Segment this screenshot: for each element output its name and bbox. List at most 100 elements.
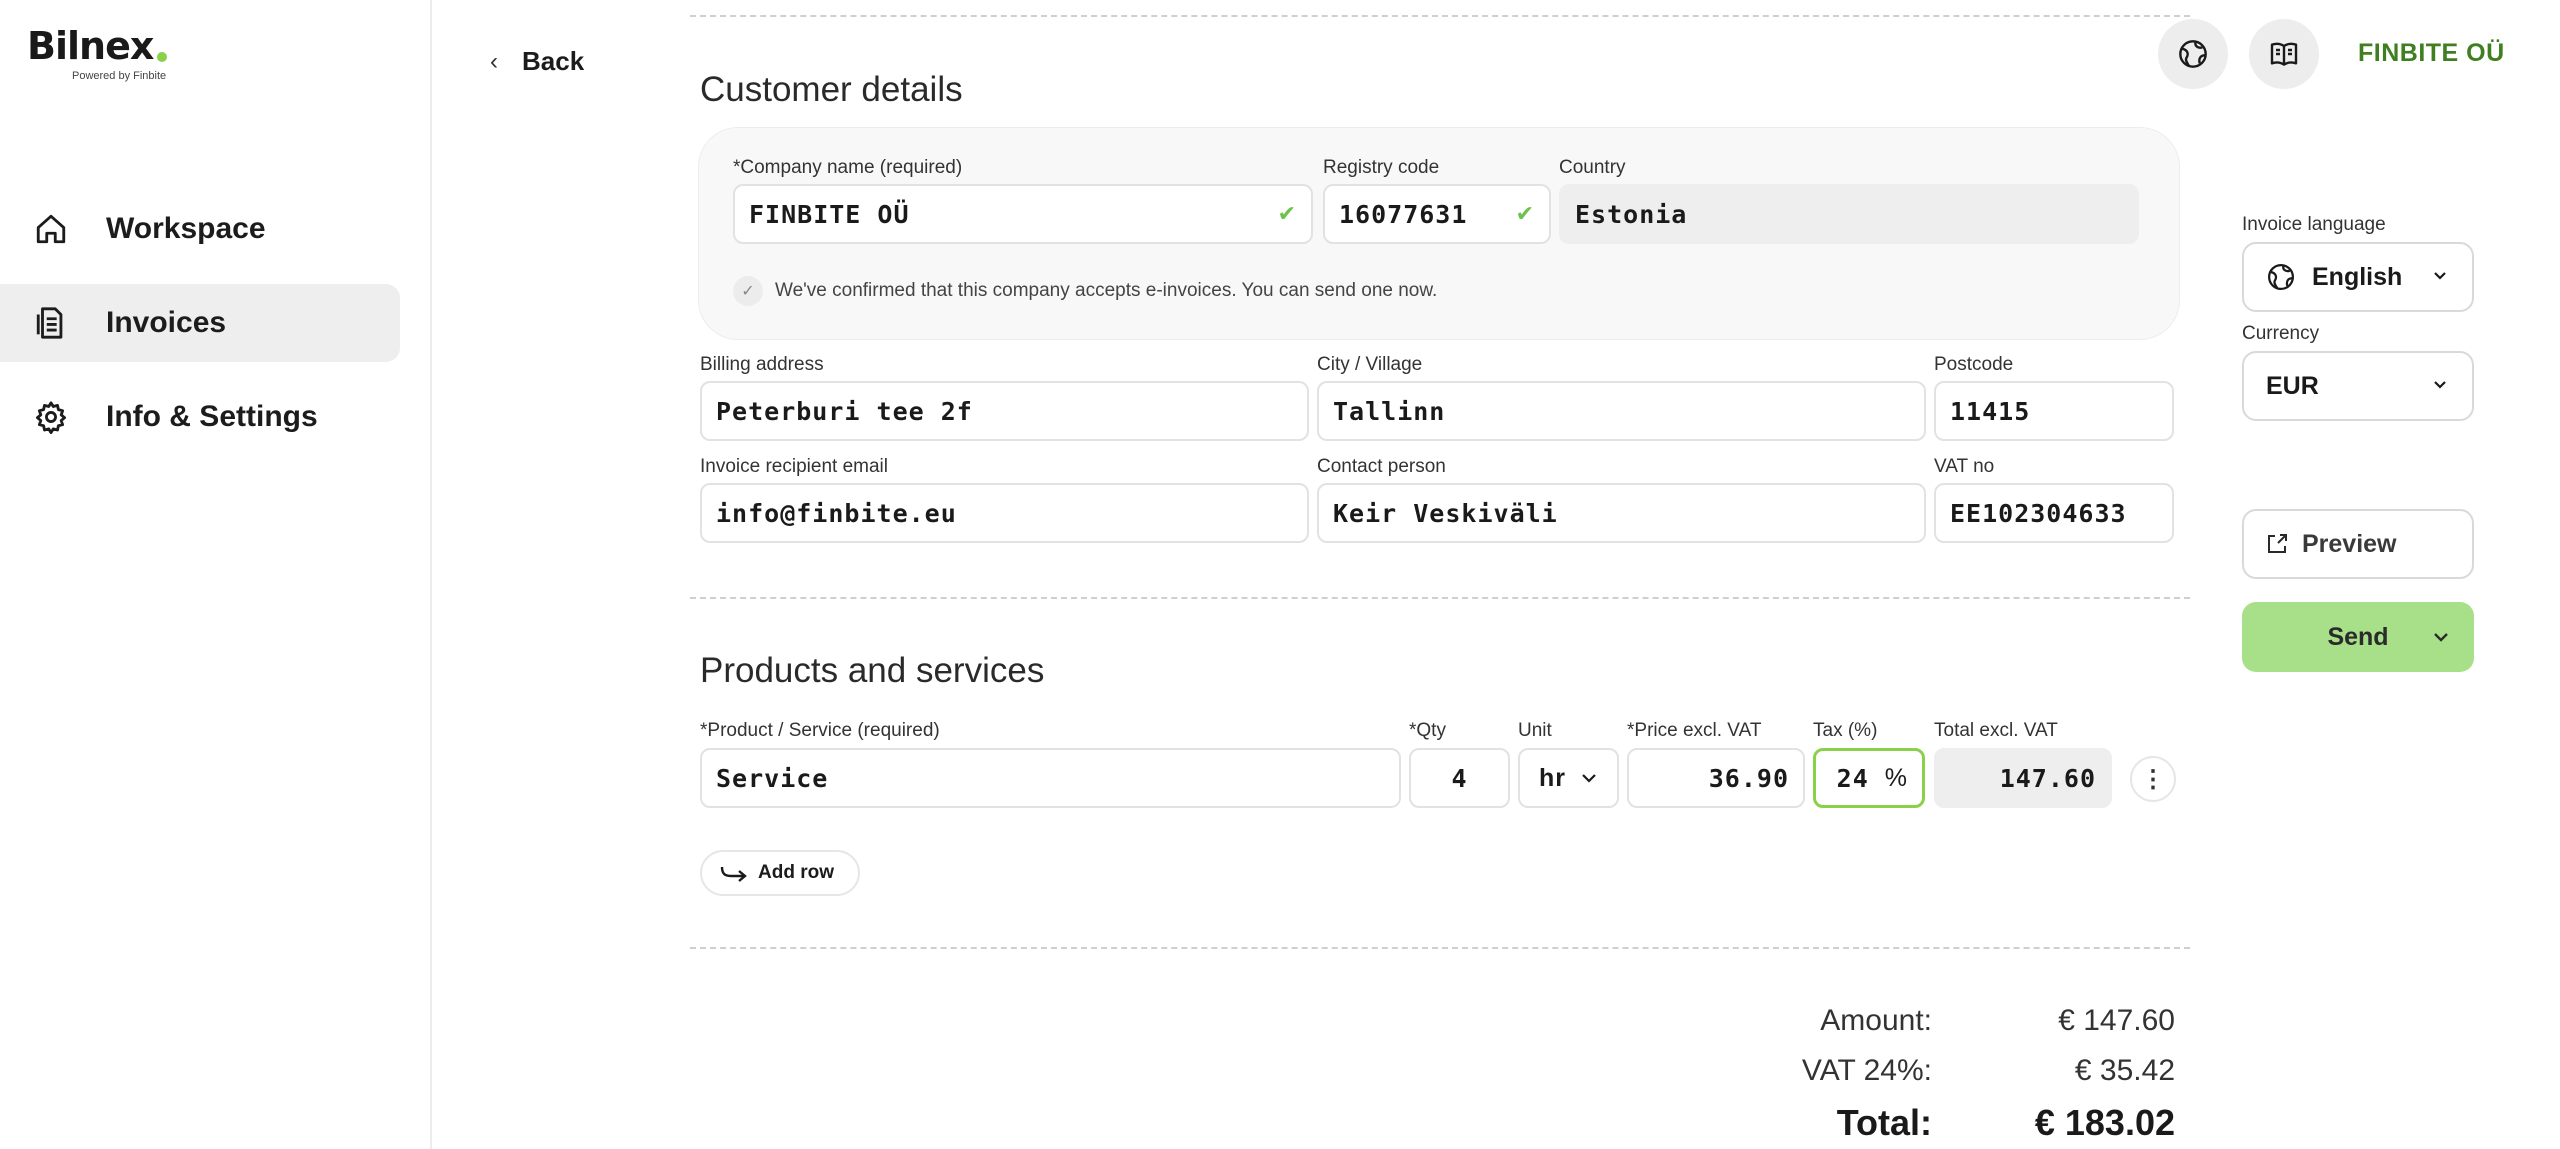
- back-button[interactable]: ‹ Back: [490, 46, 584, 77]
- contact-label: Contact person: [1317, 456, 1446, 477]
- country-value: Estonia: [1575, 199, 1688, 229]
- sidebar-item-label: Workspace: [106, 212, 266, 245]
- row-menu-button[interactable]: ⋮: [2130, 756, 2176, 802]
- back-label: Back: [522, 46, 585, 76]
- email-input[interactable]: info@finbite.eu: [700, 483, 1309, 543]
- globe-icon: [2268, 264, 2294, 290]
- logo-text: Bilnex: [27, 24, 154, 68]
- chevron-down-icon: [1582, 774, 1596, 783]
- chevron-down-icon[interactable]: [2430, 626, 2452, 648]
- arrow-return-icon: [720, 866, 747, 882]
- sidebar-nav: Workspace Invoices Info & Settings: [0, 190, 432, 472]
- sidebar: Bilnex Powered by Finbite Workspace Invo…: [0, 0, 432, 1149]
- unit-value: hr: [1539, 763, 1566, 792]
- postcode-label: Postcode: [1934, 354, 2014, 375]
- postcode-input[interactable]: 11415: [1934, 381, 2174, 441]
- percent-suffix: %: [1884, 763, 1908, 792]
- einvoice-confirmation: ✓ We've confirmed that this company acce…: [733, 276, 1437, 306]
- price-label: *Price excl. VAT: [1627, 720, 1762, 741]
- city-value: Tallinn: [1333, 396, 1446, 426]
- registry-code-input[interactable]: 16077631 ✔: [1323, 184, 1551, 244]
- company-switcher[interactable]: FINBITE OÜ: [2358, 39, 2505, 68]
- tax-value: 24: [1836, 763, 1869, 793]
- total-excl-vat-field: 147.60: [1934, 748, 2112, 808]
- chevron-left-icon: ‹: [490, 47, 498, 75]
- qty-input[interactable]: 4: [1409, 748, 1510, 808]
- globe-icon: [2179, 40, 2207, 68]
- qty-value: 4: [1451, 763, 1468, 793]
- send-label: Send: [2327, 622, 2389, 651]
- divider: [690, 597, 2190, 599]
- vat-no-label: VAT no: [1934, 456, 1995, 477]
- sidebar-item-invoices[interactable]: Invoices: [0, 284, 400, 362]
- chevron-down-icon: [2434, 381, 2446, 389]
- contact-input[interactable]: Keir Veskiväli: [1317, 483, 1926, 543]
- language-button[interactable]: [2158, 19, 2228, 89]
- price-input[interactable]: 36.90: [1627, 748, 1805, 808]
- billing-address-input[interactable]: Peterburi tee 2f: [700, 381, 1309, 441]
- unit-select[interactable]: hr: [1518, 748, 1619, 808]
- billing-address-value: Peterburi tee 2f: [716, 396, 973, 426]
- home-icon: [36, 214, 66, 244]
- city-input[interactable]: Tallinn: [1317, 381, 1926, 441]
- preview-label: Preview: [2302, 529, 2397, 558]
- sidebar-item-settings[interactable]: Info & Settings: [0, 378, 400, 456]
- registry-code-value: 16077631: [1339, 199, 1468, 229]
- total-excl-vat-label: Total excl. VAT: [1934, 720, 2058, 741]
- document-icon: [36, 307, 63, 339]
- check-icon: ✓: [733, 276, 763, 306]
- email-label: Invoice recipient email: [700, 456, 888, 477]
- product-input[interactable]: Service: [700, 748, 1401, 808]
- company-name-input[interactable]: FINBITE OÜ ✔: [733, 184, 1313, 244]
- company-name-value: FINBITE OÜ: [749, 199, 910, 229]
- price-value: 36.90: [1708, 763, 1789, 793]
- add-row-button[interactable]: Add row: [700, 850, 860, 896]
- company-name-label: *Company name (required): [733, 157, 963, 178]
- invoice-language-select[interactable]: English: [2242, 242, 2474, 312]
- amount-label: Amount:: [1820, 1004, 1932, 1037]
- product-value: Service: [716, 763, 829, 793]
- brand-logo[interactable]: Bilnex Powered by Finbite: [27, 24, 168, 82]
- sidebar-item-workspace[interactable]: Workspace: [0, 190, 400, 268]
- help-book-button[interactable]: [2249, 19, 2319, 89]
- chevron-down-icon: [2434, 272, 2446, 280]
- qty-label: *Qty: [1409, 720, 1446, 741]
- product-label: *Product / Service (required): [700, 720, 940, 741]
- send-button[interactable]: Send: [2242, 602, 2474, 672]
- logo-subtitle: Powered by Finbite: [72, 70, 167, 82]
- kebab-icon: ⋮: [2141, 765, 2165, 793]
- currency-select[interactable]: EUR: [2242, 351, 2474, 421]
- preview-button[interactable]: Preview: [2242, 509, 2474, 579]
- city-label: City / Village: [1317, 354, 1423, 375]
- postcode-value: 11415: [1950, 396, 2031, 426]
- section-title-products: Products and services: [700, 651, 1045, 690]
- tax-label: Tax (%): [1813, 720, 1878, 741]
- currency-value: EUR: [2266, 371, 2319, 400]
- confirmation-text: We've confirmed that this company accept…: [775, 280, 1438, 301]
- registry-code-label: Registry code: [1323, 157, 1440, 178]
- divider: [690, 15, 2190, 17]
- external-link-icon: [2268, 534, 2287, 553]
- check-icon: ✔: [1515, 201, 1535, 227]
- email-value: info@finbite.eu: [716, 498, 957, 528]
- invoice-language-label: Invoice language: [2242, 214, 2386, 235]
- country-input[interactable]: Estonia: [1559, 184, 2139, 244]
- amount-value: € 147.60: [2058, 1004, 2175, 1037]
- vat-no-input[interactable]: EE102304633: [1934, 483, 2174, 543]
- total-value: € 183.02: [2034, 1102, 2175, 1143]
- total-label: Total:: [1836, 1102, 1932, 1143]
- total-excl-vat-value: 147.60: [1999, 763, 2096, 793]
- billing-address-label: Billing address: [700, 354, 824, 375]
- vat-label: VAT 24%:: [1801, 1054, 1932, 1087]
- logo-dot: [157, 52, 168, 62]
- add-row-label: Add row: [758, 862, 834, 883]
- sidebar-item-label: Info & Settings: [106, 400, 318, 433]
- gear-icon: [35, 401, 67, 434]
- unit-label: Unit: [1518, 720, 1552, 741]
- divider: [690, 947, 2190, 949]
- currency-label: Currency: [2242, 323, 2320, 344]
- tax-input[interactable]: 24 %: [1813, 748, 1925, 808]
- check-icon: ✔: [1277, 201, 1297, 227]
- book-icon: [2270, 42, 2298, 66]
- vat-no-value: EE102304633: [1950, 498, 2127, 528]
